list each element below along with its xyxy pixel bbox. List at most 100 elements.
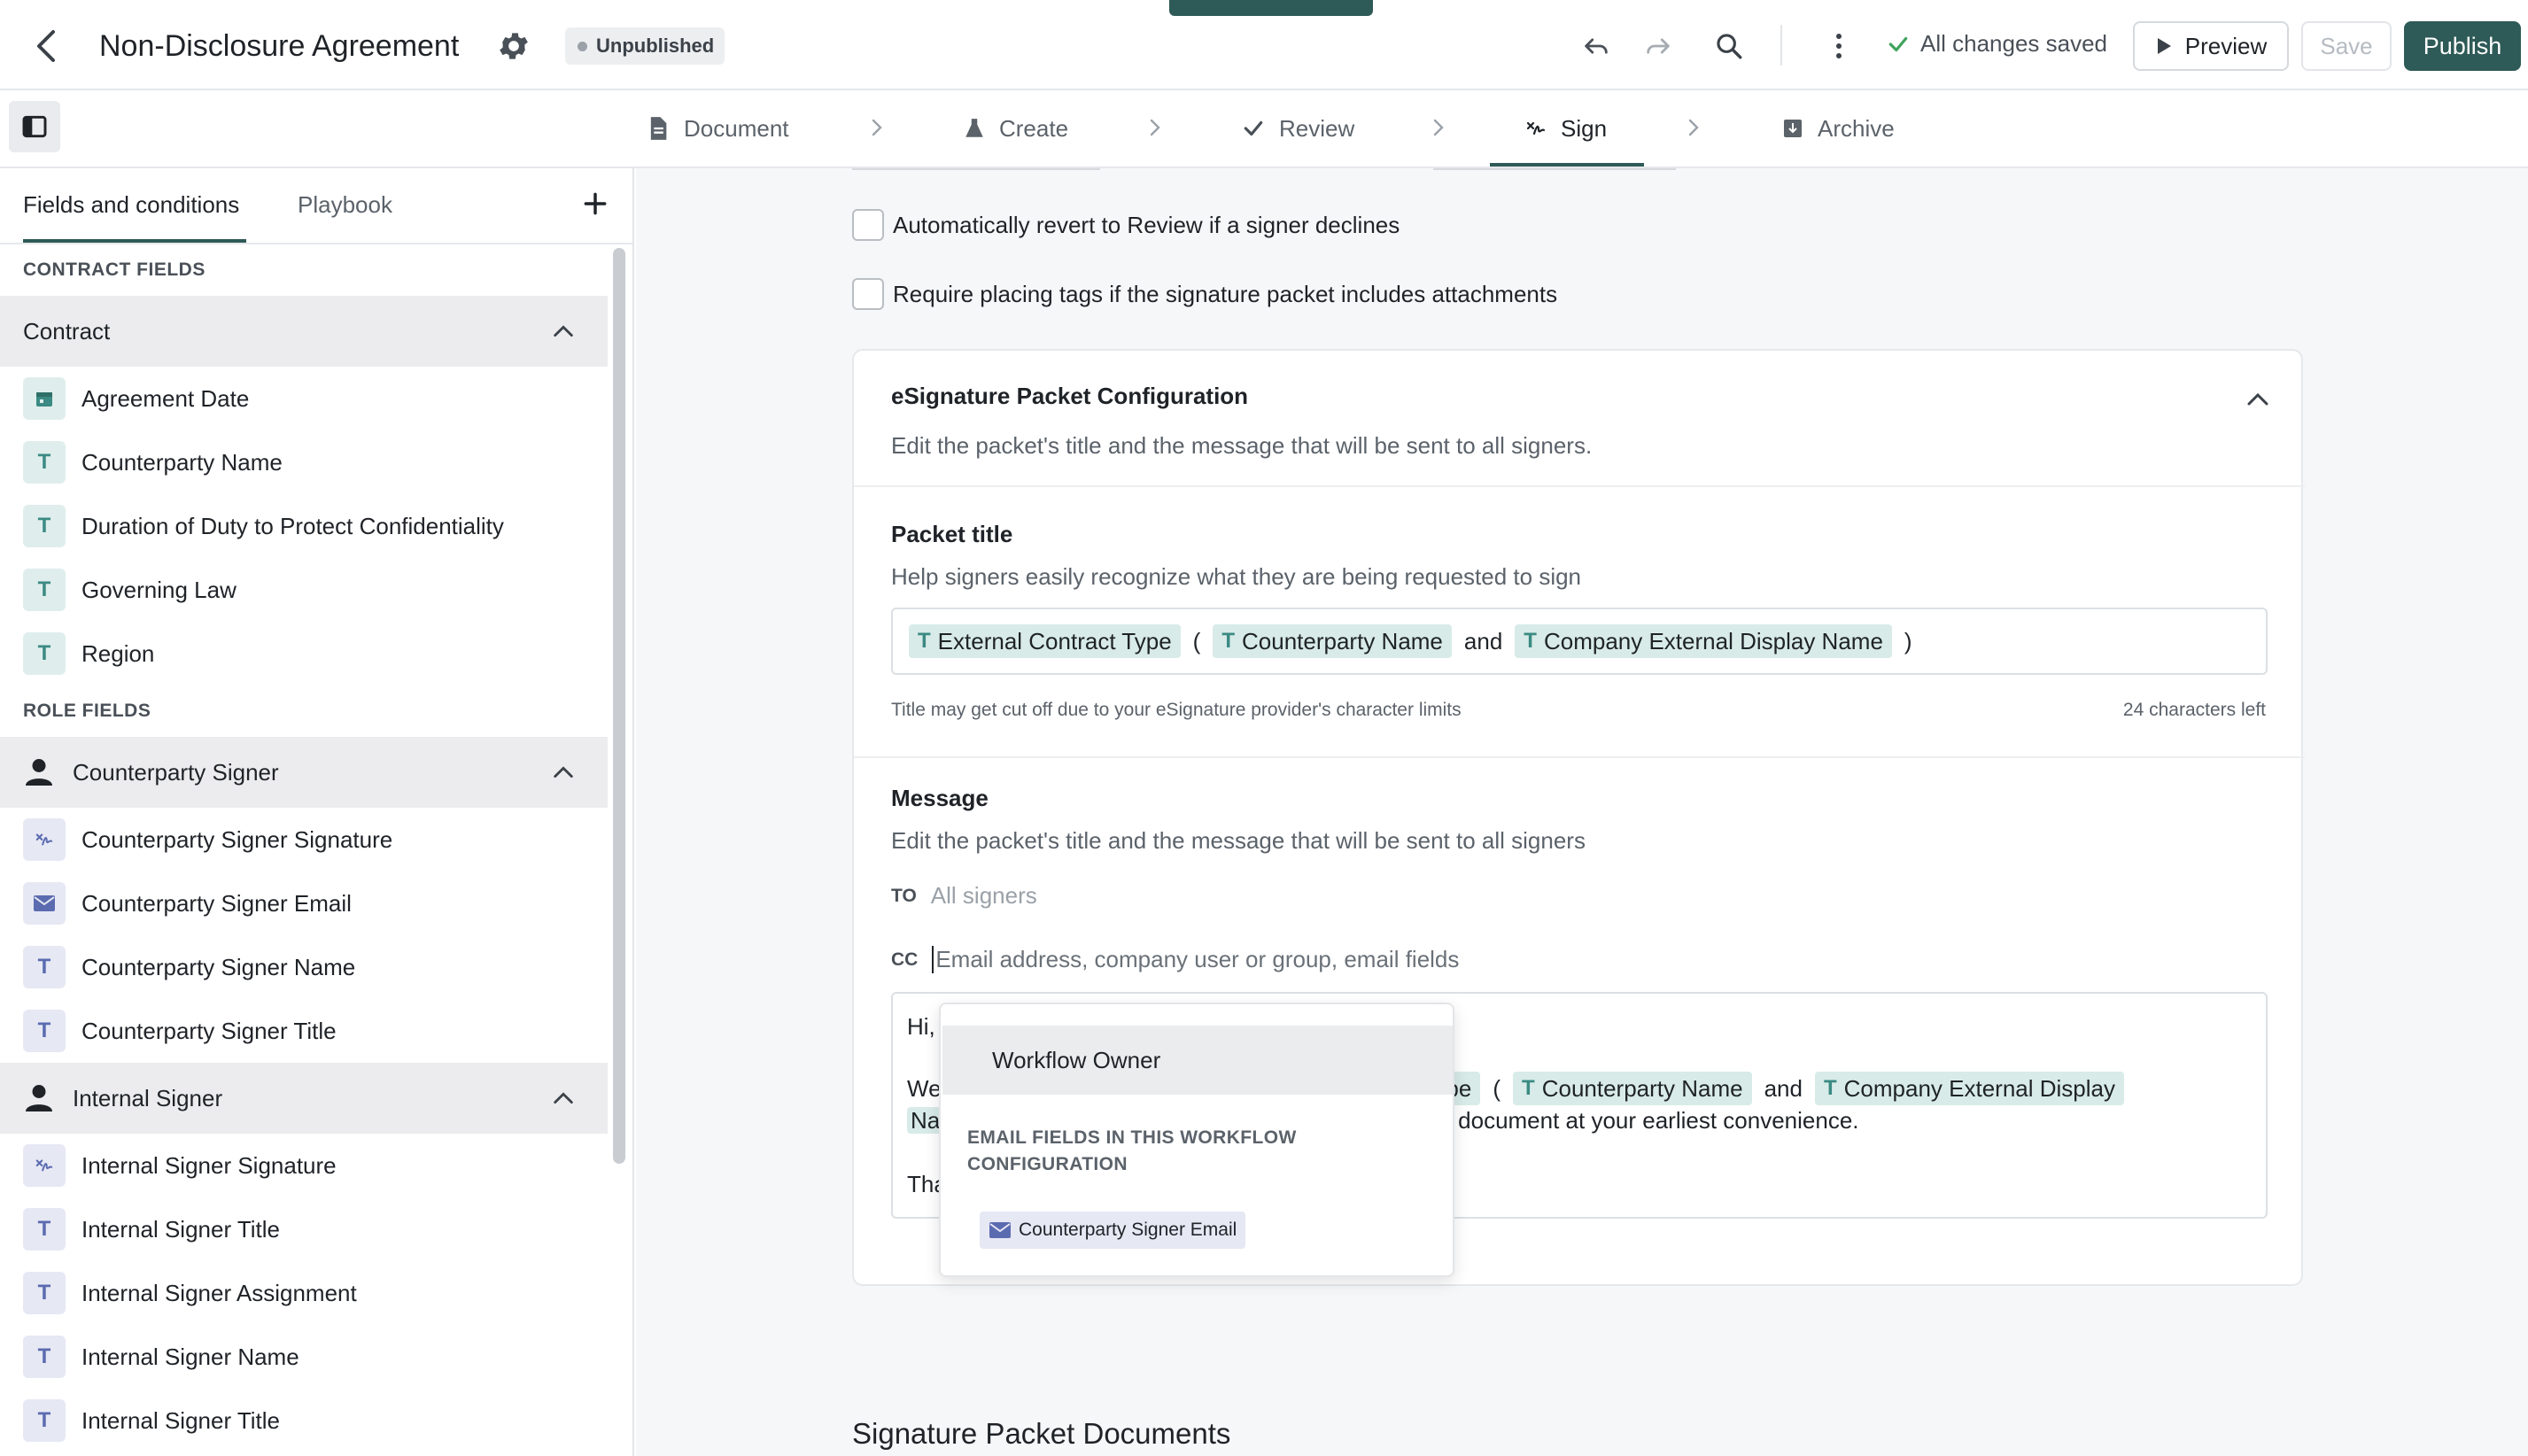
field-counterparty-signer-name[interactable]: T Counterparty Signer Name bbox=[0, 935, 608, 999]
sidebar-toggle-button[interactable] bbox=[9, 101, 60, 152]
card-divider bbox=[854, 756, 2305, 758]
field-token[interactable]: T Company External Display Name bbox=[1515, 624, 1892, 658]
revert-on-decline-option[interactable]: Automatically revert to Review if a sign… bbox=[852, 209, 1400, 241]
search-button[interactable] bbox=[1708, 25, 1750, 67]
field-label: Counterparty Signer Name bbox=[81, 953, 356, 980]
field-governing-law[interactable]: T Governing Law bbox=[0, 558, 608, 622]
text-icon: T bbox=[23, 1272, 66, 1314]
field-counterparty-signer-signature[interactable]: Counterparty Signer Signature bbox=[0, 808, 608, 871]
step-sign[interactable]: Sign bbox=[1525, 108, 1607, 149]
step-archive[interactable]: Archive bbox=[1782, 108, 1895, 149]
require-tags-checkbox[interactable] bbox=[852, 278, 884, 310]
check-icon bbox=[1888, 36, 1908, 51]
chevron-left-icon bbox=[37, 30, 55, 62]
top-header: Non-Disclosure Agreement Unpublished All… bbox=[0, 0, 2528, 90]
chevron-right-icon bbox=[1688, 119, 1699, 136]
suggestion-workflow-owner[interactable]: Workflow Owner bbox=[942, 1026, 1453, 1095]
field-label: Internal Signer Signature bbox=[81, 1151, 337, 1179]
scrolled-field-edge bbox=[852, 168, 1100, 170]
suggestion-counterparty-signer-email[interactable]: Counterparty Signer Email bbox=[980, 1212, 1246, 1249]
packet-title-input[interactable]: T External Contract Type ( T Counterparty … bbox=[891, 608, 2268, 675]
person-icon bbox=[26, 1085, 52, 1111]
chevron-up-icon[interactable] bbox=[2245, 386, 2271, 413]
cc-input[interactable]: Email address, company user or group, em… bbox=[932, 946, 1459, 973]
message-line: ne document at your earliest convenience… bbox=[1426, 1107, 1859, 1135]
field-label: Internal Signer Name bbox=[81, 1343, 299, 1370]
add-field-plus-icon[interactable] bbox=[581, 190, 609, 218]
group-contract[interactable]: Contract bbox=[0, 296, 608, 367]
settings-button[interactable] bbox=[496, 28, 531, 64]
field-internal-signer-signature[interactable]: Internal Signer Signature bbox=[0, 1134, 608, 1197]
message-greeting: Hi, bbox=[907, 1013, 935, 1041]
message-line: ct Type ( TCounterparty Name and TCompan… bbox=[1389, 1072, 2125, 1105]
packet-title-label: Packet title bbox=[891, 521, 1013, 547]
text-icon: T bbox=[23, 1336, 66, 1378]
chevron-right-icon bbox=[1150, 119, 1160, 136]
text-icon: T bbox=[23, 946, 66, 988]
signature-icon bbox=[23, 818, 66, 861]
preview-button[interactable]: Preview bbox=[2133, 21, 2289, 71]
search-icon bbox=[1717, 34, 1742, 59]
panel-scrollbar[interactable] bbox=[613, 248, 625, 1164]
document-title: Non-Disclosure Agreement bbox=[99, 29, 460, 63]
tab-fields-and-conditions[interactable]: Fields and conditions bbox=[23, 191, 239, 219]
document-icon bbox=[650, 117, 667, 140]
field-counterparty-signer-title[interactable]: T Counterparty Signer Title bbox=[0, 999, 608, 1063]
step-navigation: Document Create Review Sign Archive bbox=[0, 90, 2528, 168]
back-button[interactable] bbox=[27, 27, 66, 66]
field-label: Agreement Date bbox=[81, 384, 250, 412]
text-icon: T bbox=[23, 1399, 66, 1442]
field-label: Internal Signer Assignment bbox=[81, 1279, 357, 1306]
group-internal-signer[interactable]: Internal Signer bbox=[0, 1063, 608, 1134]
to-label: TO bbox=[891, 885, 917, 906]
paren-open: ( bbox=[1192, 627, 1201, 654]
more-options-button[interactable] bbox=[1818, 25, 1860, 67]
text-icon: T bbox=[23, 441, 66, 484]
section-contract-fields: CONTRACT FIELDS bbox=[23, 259, 205, 280]
publish-button[interactable]: Publish bbox=[2404, 21, 2521, 71]
field-token[interactable]: T External Contract Type bbox=[909, 624, 1181, 658]
field-label: Duration of Duty to Protect Confidential… bbox=[81, 512, 504, 539]
field-internal-signer-assignment[interactable]: T Internal Signer Assignment bbox=[0, 1261, 608, 1325]
field-token[interactable]: T Counterparty Name bbox=[1213, 624, 1452, 658]
panel-tabs: Fields and conditions Playbook bbox=[0, 168, 632, 244]
step-create-label: Create bbox=[999, 114, 1069, 142]
active-step-indicator bbox=[1490, 163, 1644, 167]
email-icon bbox=[989, 1222, 1011, 1238]
step-review[interactable]: Review bbox=[1242, 108, 1354, 149]
field-token[interactable]: T Company External Display bbox=[1814, 1072, 2125, 1105]
status-badge: Unpublished bbox=[565, 27, 725, 65]
group-contract-label: Contract bbox=[23, 317, 111, 345]
text-icon: T bbox=[1823, 1076, 1837, 1100]
step-create[interactable]: Create bbox=[964, 108, 1068, 149]
require-tags-checkbox-label: Require placing tags if the signature pa… bbox=[893, 280, 1558, 307]
field-counterparty-name[interactable]: T Counterparty Name bbox=[0, 430, 608, 494]
tab-playbook[interactable]: Playbook bbox=[298, 191, 392, 219]
redo-button[interactable] bbox=[1637, 25, 1679, 67]
field-duration-of-duty[interactable]: T Duration of Duty to Protect Confidenti… bbox=[0, 494, 608, 558]
signature-icon bbox=[23, 1144, 66, 1187]
field-region[interactable]: T Region bbox=[0, 622, 608, 685]
chevron-up-icon bbox=[554, 1092, 573, 1104]
step-document[interactable]: Document bbox=[647, 108, 789, 149]
signature-icon bbox=[1526, 121, 1546, 136]
group-counterparty-signer[interactable]: Counterparty Signer bbox=[0, 737, 608, 808]
save-button[interactable]: Save bbox=[2301, 21, 2392, 71]
undo-button[interactable] bbox=[1575, 25, 1617, 67]
require-tags-option[interactable]: Require placing tags if the signature pa… bbox=[852, 278, 1557, 310]
person-icon bbox=[26, 759, 52, 786]
chip-label: Counterparty Signer Email bbox=[1019, 1220, 1237, 1240]
field-counterparty-signer-email[interactable]: Counterparty Signer Email bbox=[0, 871, 608, 935]
field-label: Counterparty Signer Signature bbox=[81, 825, 393, 853]
field-internal-signer-name[interactable]: T Internal Signer Name bbox=[0, 1325, 608, 1389]
token-label: Counterparty Name bbox=[1242, 627, 1443, 654]
text-icon: T bbox=[1221, 629, 1236, 653]
revert-checkbox[interactable] bbox=[852, 209, 884, 241]
message-label: Message bbox=[891, 785, 989, 811]
field-internal-signer-title-2[interactable]: T Internal Signer Title bbox=[0, 1389, 608, 1452]
card-title: eSignature Packet Configuration bbox=[891, 383, 1249, 409]
to-recipients: All signers bbox=[930, 882, 1037, 909]
field-internal-signer-title[interactable]: T Internal Signer Title bbox=[0, 1197, 608, 1261]
field-token[interactable]: T Counterparty Name bbox=[1513, 1072, 1752, 1105]
field-agreement-date[interactable]: Agreement Date bbox=[0, 367, 608, 430]
